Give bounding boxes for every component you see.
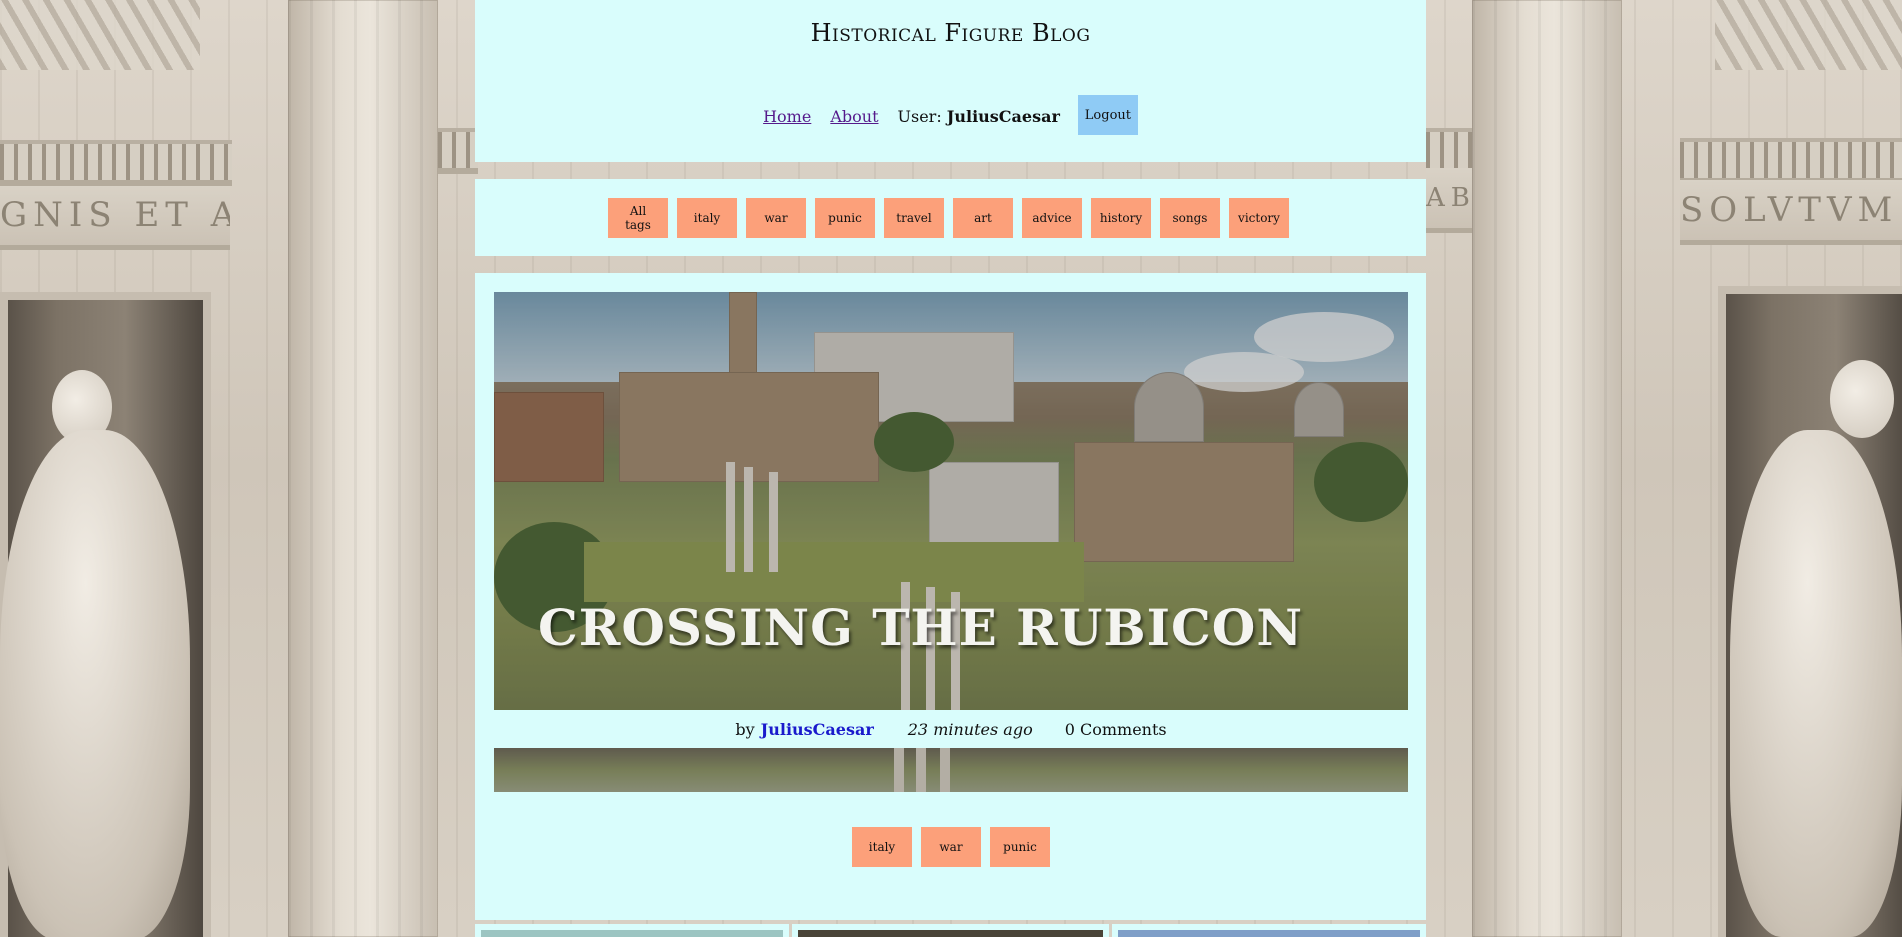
post-tag-war[interactable]: war (921, 827, 981, 867)
nav-home-link[interactable]: Home (763, 107, 811, 126)
user-prefix-label: User: (897, 106, 942, 126)
tag-filter-war[interactable]: war (746, 198, 806, 238)
tag-filter-italy[interactable]: italy (677, 198, 737, 238)
post-title[interactable]: CROSSING THE RUBICON (538, 598, 1303, 657)
top-nav: Home About User: JuliusCaesar Logout (475, 95, 1426, 135)
logout-button[interactable]: Logout (1077, 95, 1138, 135)
post-hero-image-bottom (494, 748, 1408, 792)
author-link[interactable]: JuliusCaesar (761, 720, 874, 739)
left-column (288, 0, 438, 937)
username-label: JuliusCaesar (946, 106, 1060, 126)
left-inner-cornice (438, 128, 478, 174)
post-card: CROSSING THE RUBICON by JuliusCaesar 23 … (475, 273, 1426, 920)
comments-count[interactable]: 0 Comments (1065, 720, 1167, 739)
left-relief (0, 0, 200, 70)
post-time: 23 minutes ago (907, 719, 1033, 739)
post-hero-image[interactable]: CROSSING THE RUBICON (494, 292, 1408, 710)
tag-filter-advice[interactable]: advice (1022, 198, 1082, 238)
post-tag-list: italy war punic (852, 827, 1050, 867)
tag-filter-list: All tags italy war punic travel art advi… (608, 198, 1289, 238)
tag-filter-victory[interactable]: victory (1229, 198, 1289, 238)
tag-filter-art[interactable]: art (953, 198, 1013, 238)
tag-filter-history[interactable]: history (1091, 198, 1151, 238)
tag-filter-travel[interactable]: travel (884, 198, 944, 238)
nav-about-link[interactable]: About (830, 107, 878, 126)
post-tag-italy[interactable]: italy (852, 827, 912, 867)
next-post-card[interactable] (1112, 924, 1426, 937)
right-inscription: SOLVTVM A-DO (1680, 180, 1902, 245)
center-inscription: AB (1426, 168, 1472, 233)
current-user: User: JuliusCaesar (898, 107, 1060, 126)
tag-filter-punic[interactable]: punic (815, 198, 875, 238)
tag-filter-songs[interactable]: songs (1160, 198, 1220, 238)
tag-filter-bar: All tags italy war punic travel art advi… (475, 179, 1426, 256)
post-meta: by JuliusCaesar 23 minutes ago 0 Comment… (494, 710, 1408, 748)
left-statue (0, 370, 200, 937)
left-inscription: GNIS ET ANA (0, 185, 230, 250)
right-cornice (1680, 138, 1902, 184)
next-post-card[interactable] (792, 924, 1109, 937)
site-title: Historical Figure Blog (810, 19, 1091, 47)
right-column (1472, 0, 1622, 937)
next-post-card[interactable] (475, 924, 789, 937)
right-relief (1715, 0, 1902, 70)
blog-main: Historical Figure Blog Home About User: … (475, 0, 1426, 937)
left-cornice (0, 140, 232, 186)
site-header: Historical Figure Blog Home About User: … (475, 0, 1426, 162)
right-statue (1730, 360, 1902, 937)
tag-filter-all[interactable]: All tags (608, 198, 668, 238)
by-label: by (735, 719, 755, 739)
post-tag-punic[interactable]: punic (990, 827, 1050, 867)
next-posts-row (475, 924, 1426, 937)
